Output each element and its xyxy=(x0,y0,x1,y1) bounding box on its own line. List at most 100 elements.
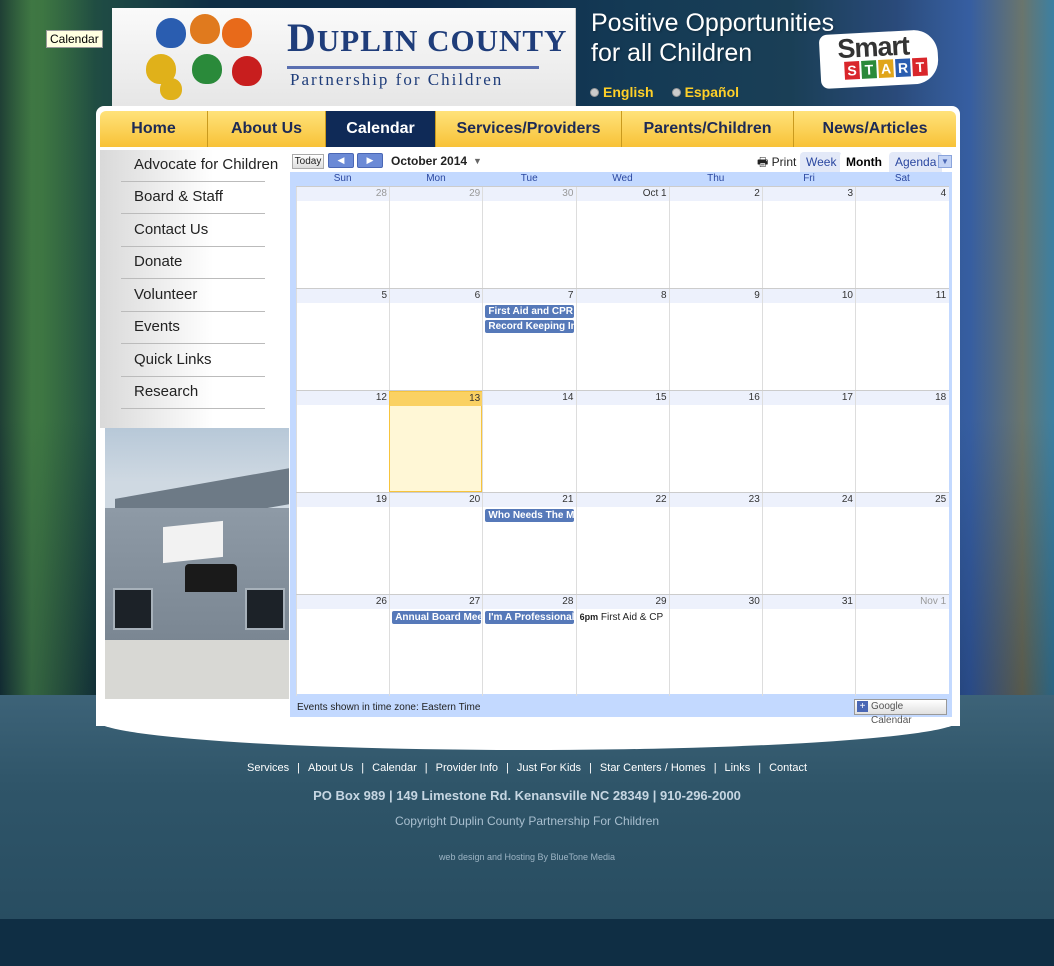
footer-link[interactable]: Services xyxy=(247,762,289,774)
day-cell[interactable]: 20 xyxy=(389,493,484,594)
logo-title: DUPLIN COUNTY xyxy=(287,15,568,60)
tab-week[interactable]: Week xyxy=(800,152,843,172)
day-cell[interactable]: 26 xyxy=(296,595,390,696)
site-logo[interactable]: DUPLIN COUNTY Partnership for Children xyxy=(112,8,576,106)
footer-link[interactable]: Contact xyxy=(769,762,807,774)
calendar-event[interactable]: Who Needs The M xyxy=(485,509,575,522)
day-cell[interactable]: 29 6pm First Aid & CP xyxy=(575,595,670,696)
day-cell[interactable]: 7 First Aid and CPR Record Keeping In xyxy=(482,289,577,390)
day-cell[interactable]: 16 xyxy=(668,391,763,492)
day-cell[interactable]: 19 xyxy=(296,493,390,594)
day-cell[interactable]: 10 xyxy=(762,289,856,390)
day-cell[interactable]: 2 xyxy=(668,187,763,288)
sidebar-item-research[interactable]: Research xyxy=(121,377,265,409)
nav-home[interactable]: Home xyxy=(100,111,208,147)
day-cell[interactable]: 23 xyxy=(668,493,763,594)
nav-services-providers[interactable]: Services/Providers xyxy=(436,111,622,147)
print-button[interactable]: 🖶 Print xyxy=(757,153,796,174)
smart-start-logo[interactable]: Smart S T A R T xyxy=(818,28,940,90)
day-cell[interactable]: 18 xyxy=(855,391,950,492)
weekday-label: Sat xyxy=(894,173,910,184)
calendar-event[interactable]: Record Keeping In xyxy=(485,320,575,333)
day-cell[interactable]: 9 xyxy=(668,289,763,390)
add-google-calendar-button[interactable]: + Google Calendar xyxy=(854,699,947,726)
day-cell[interactable]: 25 xyxy=(855,493,950,594)
day-cell[interactable]: 24 xyxy=(762,493,856,594)
day-cell[interactable]: 12 xyxy=(296,391,390,492)
day-number: 9 xyxy=(669,289,763,303)
tooltip: Calendar xyxy=(46,30,103,48)
day-cell[interactable]: 15 xyxy=(575,391,670,492)
sidebar-item-board-staff[interactable]: Board & Staff xyxy=(121,182,265,214)
day-cell-today[interactable]: 13 xyxy=(389,391,484,492)
month-dropdown-icon[interactable]: ▼ xyxy=(473,156,482,166)
weekday-label: Mon xyxy=(426,173,446,184)
footer-link[interactable]: About Us xyxy=(308,762,353,774)
day-cell[interactable]: 14 xyxy=(482,391,577,492)
sidebar-item-contact-us[interactable]: Contact Us xyxy=(121,215,265,247)
day-number: 27 xyxy=(390,595,484,609)
day-cell[interactable]: 8 xyxy=(575,289,670,390)
sidebar-item-volunteer[interactable]: Volunteer xyxy=(121,280,265,312)
day-cell[interactable]: 22 xyxy=(575,493,670,594)
tab-month[interactable]: Month xyxy=(840,152,888,172)
sidebar-item-events[interactable]: Events xyxy=(121,312,265,344)
day-cell[interactable]: 28 xyxy=(296,187,390,288)
day-cell[interactable]: Nov 1 xyxy=(855,595,950,696)
footer-link[interactable]: Calendar xyxy=(372,762,417,774)
day-number: 6 xyxy=(390,289,484,303)
footer-link[interactable]: Links xyxy=(725,762,751,774)
weekday-label: Thu xyxy=(707,173,725,184)
day-number: 20 xyxy=(390,493,484,507)
sidebar-item-advocate[interactable]: Advocate for Children xyxy=(121,150,278,182)
language-english[interactable]: English xyxy=(590,84,654,100)
sidebar-item-donate[interactable]: Donate xyxy=(121,247,265,279)
day-cell[interactable]: 6 xyxy=(389,289,484,390)
footer-separator: | xyxy=(589,762,592,774)
footer-link[interactable]: Just For Kids xyxy=(517,762,581,774)
footer-link[interactable]: Star Centers / Homes xyxy=(600,762,706,774)
week-row: 19 20 21 Who Needs The M 22 23 24 25 xyxy=(296,492,950,594)
day-cell[interactable]: 30 xyxy=(668,595,763,696)
nav-parents-children[interactable]: Parents/Children xyxy=(622,111,794,147)
day-cell[interactable]: 21 Who Needs The M xyxy=(482,493,577,594)
nav-news-articles[interactable]: News/Articles xyxy=(794,111,956,147)
day-cell[interactable]: 3 xyxy=(762,187,856,288)
day-number: 30 xyxy=(483,187,577,201)
calendar-event[interactable]: Annual Board Mee xyxy=(392,611,482,624)
day-number: 3 xyxy=(763,187,856,201)
sidebar-item-quick-links[interactable]: Quick Links xyxy=(121,345,265,377)
nav-about-us[interactable]: About Us xyxy=(208,111,326,147)
tab-agenda[interactable]: Agenda xyxy=(889,152,943,172)
day-cell[interactable]: 31 xyxy=(762,595,856,696)
day-cell[interactable]: 30 xyxy=(482,187,577,288)
footer-credit[interactable]: web design and Hosting By BlueTone Media xyxy=(0,852,1054,862)
day-number: 28 xyxy=(297,187,390,201)
language-espanol[interactable]: Español xyxy=(671,84,739,100)
day-cell[interactable]: 28 I'm A Professional xyxy=(482,595,577,696)
day-cell[interactable]: 27 Annual Board Mee xyxy=(389,595,484,696)
calendar-event[interactable]: 6pm First Aid & CP xyxy=(579,611,668,624)
day-cell[interactable]: 4 xyxy=(855,187,950,288)
day-cell[interactable]: Oct 1 xyxy=(575,187,670,288)
day-number: 7 xyxy=(483,289,577,303)
weekday-label: Sun xyxy=(333,173,352,184)
day-cell[interactable]: 5 xyxy=(296,289,390,390)
plus-icon: + xyxy=(857,701,868,712)
day-cell[interactable]: 11 xyxy=(855,289,950,390)
footer-link[interactable]: Provider Info xyxy=(436,762,498,774)
calendar-event[interactable]: First Aid and CPR xyxy=(485,305,575,318)
footer-nav: Services | About Us | Calendar | Provider Info… xyxy=(0,762,1054,774)
building-photo xyxy=(105,428,289,699)
day-cell[interactable]: 29 xyxy=(389,187,484,288)
today-button[interactable]: Today xyxy=(292,154,324,169)
prev-month-icon[interactable]: ◀ xyxy=(328,153,354,168)
nav-calendar[interactable]: Calendar xyxy=(326,111,436,147)
footer-copyright: Copyright Duplin County Partnership For … xyxy=(394,814,660,828)
month-label: October 2014 xyxy=(391,154,468,168)
day-cell[interactable]: 17 xyxy=(762,391,856,492)
view-dropdown-icon[interactable]: ▼ xyxy=(938,155,952,168)
footer-separator: | xyxy=(361,762,365,774)
calendar-event[interactable]: I'm A Professional xyxy=(485,611,575,624)
next-month-icon[interactable]: ▶ xyxy=(357,153,383,168)
